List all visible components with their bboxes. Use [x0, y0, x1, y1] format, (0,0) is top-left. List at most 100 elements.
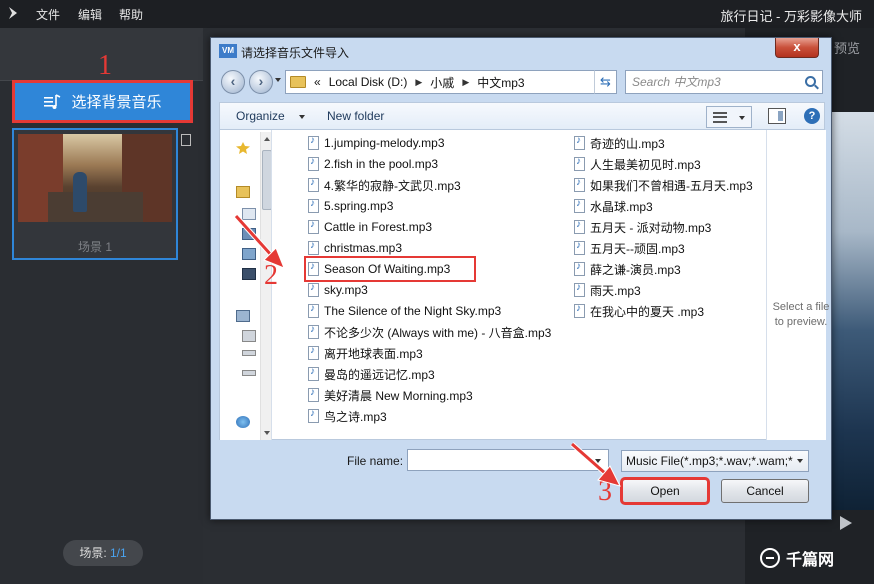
file-type-filter-value: Music File(*.mp3;*.wav;*.wam;* [626, 454, 793, 468]
copy-scene-icon[interactable] [181, 134, 191, 146]
file-item[interactable]: 曼岛的遥远记忆.mp3 [308, 365, 435, 383]
audio-file-icon [308, 177, 319, 192]
dialog-toolbar: Organize New folder ? [219, 102, 825, 130]
file-item[interactable]: 鸟之诗.mp3 [308, 407, 387, 425]
file-name: Season Of Waiting.mp3 [324, 262, 451, 276]
file-item[interactable]: The Silence of the Night Sky.mp3 [308, 302, 501, 320]
scene-card[interactable]: 场景 1 [12, 128, 178, 260]
change-view-button[interactable] [706, 106, 752, 128]
breadcrumb-local-disk[interactable]: Local Disk (D:) [329, 75, 408, 89]
network-icon[interactable] [236, 416, 250, 428]
audio-file-icon [308, 282, 319, 297]
search-icon[interactable] [805, 76, 816, 87]
file-name: 鸟之诗.mp3 [324, 409, 387, 424]
audio-file-icon [308, 387, 319, 402]
file-item[interactable]: 人生最美初见时.mp3 [574, 155, 701, 173]
file-item[interactable]: 五月天 - 派对动物.mp3 [574, 218, 711, 236]
file-item[interactable]: Cattle in Forest.mp3 [308, 218, 432, 236]
breadcrumb-separator-icon[interactable]: ▶ [462, 77, 469, 88]
audio-file-icon [308, 240, 319, 255]
audio-file-icon [308, 198, 319, 213]
audio-file-icon [308, 261, 319, 276]
address-bar[interactable]: « Local Disk (D:) ▶ 小戚 ▶ 中文mp3 [285, 70, 617, 94]
file-item[interactable]: 1.jumping-melody.mp3 [308, 134, 445, 152]
audio-file-icon [308, 156, 319, 171]
breadcrumb-mp3-folder[interactable]: 中文mp3 [477, 74, 524, 91]
recent-locations-dropdown[interactable] [275, 78, 281, 82]
audio-file-icon [574, 156, 585, 171]
file-item[interactable]: 薛之谦-演员.mp3 [574, 260, 681, 278]
file-item[interactable]: 水晶球.mp3 [574, 197, 653, 215]
view-caret-icon [739, 116, 745, 120]
address-overflow[interactable]: « [314, 75, 321, 89]
file-name: 1.jumping-melody.mp3 [324, 136, 445, 150]
file-item[interactable]: sky.mp3 [308, 281, 368, 299]
file-name: 人生最美初见时.mp3 [590, 157, 701, 172]
new-folder-button[interactable]: New folder [327, 109, 384, 123]
menu-help[interactable]: 帮助 [119, 6, 143, 23]
dialog-close-button[interactable]: x [775, 38, 819, 58]
breadcrumb-separator-icon[interactable]: ▶ [415, 77, 422, 88]
menu-file[interactable]: 文件 [36, 6, 60, 23]
file-item[interactable]: 雨天.mp3 [574, 281, 641, 299]
file-name: 在我心中的夏天 .mp3 [590, 304, 705, 319]
step-3-arrow-icon [570, 442, 621, 487]
file-name: 薛之谦-演员.mp3 [590, 262, 681, 277]
file-item[interactable]: 奇迹的山.mp3 [574, 134, 665, 152]
file-item-highlighted[interactable]: Season Of Waiting.mp3 [303, 256, 477, 282]
search-box[interactable] [625, 70, 823, 94]
audio-file-icon [308, 366, 319, 381]
file-item[interactable]: 五月天--顽固.mp3 [574, 239, 685, 257]
play-icon[interactable] [840, 516, 852, 530]
file-name: 五月天--顽固.mp3 [590, 241, 685, 256]
audio-file-icon [574, 282, 585, 297]
file-name: 五月天 - 派对动物.mp3 [590, 220, 712, 235]
file-name: 奇迹的山.mp3 [590, 136, 665, 151]
cancel-button[interactable]: Cancel [721, 479, 809, 503]
favorites-star-icon[interactable] [236, 142, 250, 154]
search-input[interactable] [626, 71, 798, 93]
refresh-button[interactable]: ⇆ [594, 70, 617, 94]
file-item[interactable]: 4.繁华的寂静-文武贝.mp3 [308, 176, 461, 194]
preview-pane-toggle-icon[interactable] [768, 108, 786, 124]
breadcrumb-xiaoqi[interactable]: 小戚 [430, 74, 454, 91]
file-item[interactable]: christmas.mp3 [308, 239, 402, 257]
organize-caret-icon[interactable] [299, 115, 305, 119]
drive-icon[interactable] [242, 370, 256, 376]
file-name: 2.fish in the pool.mp3 [324, 157, 439, 171]
drive-icon[interactable] [242, 350, 256, 356]
app-logo-icon [9, 7, 17, 19]
file-item[interactable]: 美好清晨 New Morning.mp3 [308, 386, 473, 404]
file-type-filter[interactable]: Music File(*.mp3;*.wav;*.wam;* [621, 450, 809, 472]
file-item[interactable]: 如果我们不曾相遇-五月天.mp3 [574, 176, 753, 194]
libraries-icon[interactable] [236, 186, 250, 198]
audio-file-icon [574, 261, 585, 276]
scene-thumbnail [18, 134, 172, 222]
scroll-thumb[interactable] [262, 150, 271, 210]
scroll-down-icon[interactable] [264, 431, 270, 435]
select-background-music-label: 选择背景音乐 [71, 94, 162, 111]
preview-message: Select a file to preview. [772, 301, 830, 328]
forward-button[interactable]: › [249, 70, 273, 94]
scroll-up-icon[interactable] [264, 137, 270, 141]
file-name: christmas.mp3 [324, 241, 403, 255]
step-2-arrow-icon [234, 214, 285, 269]
organize-menu[interactable]: Organize [236, 109, 285, 123]
drive-icon[interactable] [242, 330, 256, 342]
menu-edit[interactable]: 编辑 [78, 6, 102, 23]
file-preview-pane: Select a file to preview. [766, 130, 829, 440]
music-list-icon [44, 93, 61, 109]
scene-count-prefix: 场景: [79, 546, 110, 560]
computer-icon[interactable] [236, 310, 250, 322]
file-item[interactable]: 不论多少次 (Always with me) - 八音盒.mp3 [308, 323, 551, 341]
file-item[interactable]: 5.spring.mp3 [308, 197, 393, 215]
audio-file-icon [574, 219, 585, 234]
select-background-music-button[interactable]: 选择背景音乐 [12, 80, 193, 123]
back-button[interactable]: ‹ [221, 70, 245, 94]
file-item[interactable]: 离开地球表面.mp3 [308, 344, 423, 362]
file-item[interactable]: 在我心中的夏天 .mp3 [574, 302, 704, 320]
help-icon[interactable]: ? [804, 108, 820, 124]
open-button[interactable]: Open [620, 477, 710, 505]
filter-caret-icon [797, 459, 803, 463]
file-item[interactable]: 2.fish in the pool.mp3 [308, 155, 438, 173]
